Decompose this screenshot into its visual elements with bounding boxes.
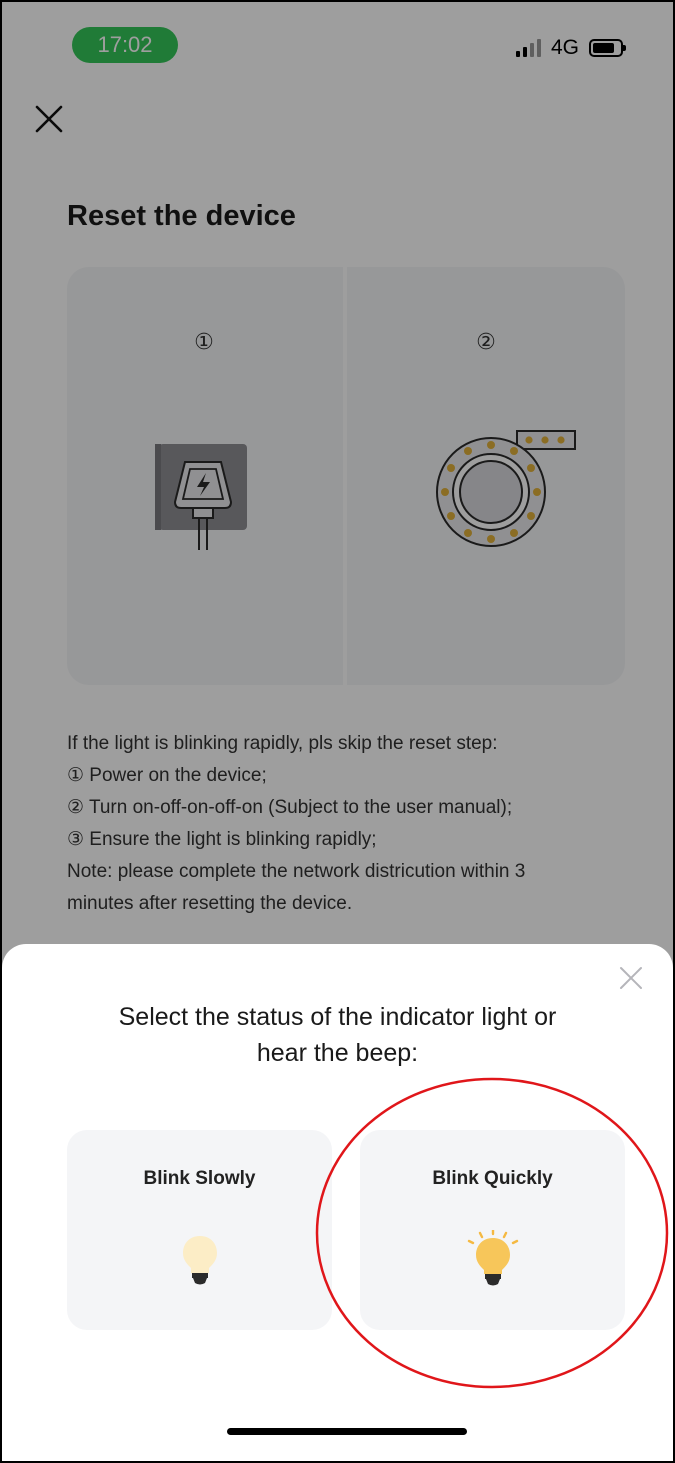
highlight-annotation-circle xyxy=(315,1077,669,1389)
bulb-dim-icon xyxy=(182,1236,217,1285)
sheet-title: Select the status of the indicator light… xyxy=(42,999,633,1071)
screen-frame: 17:02 4G Reset the device ① ② If the lig… xyxy=(0,0,675,1463)
sheet-close-icon[interactable] xyxy=(617,964,645,992)
option-label: Blink Slowly xyxy=(143,1168,256,1189)
sheet-title-line-2: hear the beep: xyxy=(256,1039,419,1067)
sheet-title-line-1: Select the status of the indicator light… xyxy=(118,1003,557,1031)
option-blink-slowly[interactable]: Blink Slowly xyxy=(67,1130,332,1330)
home-indicator[interactable] xyxy=(227,1428,467,1435)
